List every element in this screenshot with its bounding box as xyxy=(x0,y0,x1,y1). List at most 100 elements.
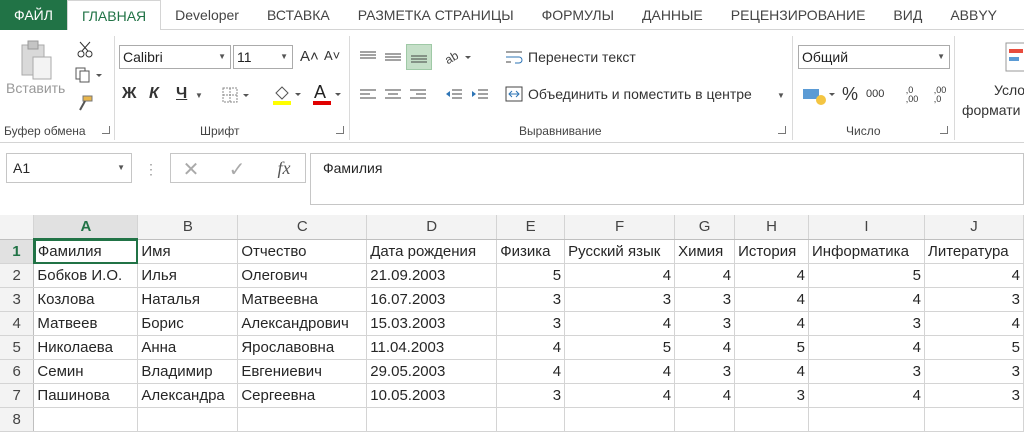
paste-button[interactable] xyxy=(18,38,54,82)
column-header[interactable]: I xyxy=(808,215,925,240)
cell[interactable]: 5 xyxy=(564,335,676,360)
cell[interactable] xyxy=(674,407,736,432)
cell[interactable] xyxy=(237,407,368,432)
column-header[interactable]: A xyxy=(33,215,139,240)
cell[interactable]: 3 xyxy=(674,359,736,384)
cell[interactable] xyxy=(496,407,566,432)
cell[interactable]: 4 xyxy=(808,383,925,408)
tab-data[interactable]: ДАННЫЕ xyxy=(628,0,717,30)
fill-color-button[interactable] xyxy=(270,82,306,108)
row-header[interactable]: 4 xyxy=(0,311,35,336)
cell[interactable]: Матвеевна xyxy=(237,287,368,312)
cell[interactable] xyxy=(564,407,676,432)
shrink-font-button[interactable]: A˅ xyxy=(324,48,340,63)
cell[interactable]: 4 xyxy=(564,359,676,384)
italic-button[interactable]: К xyxy=(149,85,159,103)
column-header[interactable]: F xyxy=(564,215,676,240)
increase-indent-button[interactable] xyxy=(468,84,492,106)
wrap-text-button[interactable]: Перенести текст xyxy=(528,49,636,65)
column-header[interactable]: E xyxy=(496,215,566,240)
cell[interactable]: 4 xyxy=(674,335,736,360)
cell[interactable]: 3 xyxy=(564,287,676,312)
orientation-button[interactable]: ab xyxy=(442,46,478,68)
cell[interactable]: 5 xyxy=(734,335,810,360)
check-icon[interactable]: ✓ xyxy=(225,158,249,181)
cell[interactable]: 3 xyxy=(496,287,566,312)
cell[interactable]: 4 xyxy=(564,383,676,408)
alignment-launcher-icon[interactable] xyxy=(778,126,786,134)
chevron-down-icon[interactable]: ▼ xyxy=(194,88,204,102)
cell[interactable] xyxy=(137,407,239,432)
row-header[interactable]: 3 xyxy=(0,287,35,312)
cell[interactable]: Пашинова xyxy=(33,383,139,408)
cell[interactable]: 4 xyxy=(808,335,925,360)
name-box[interactable]: A1 ▼ xyxy=(6,153,132,183)
font-name-combo[interactable]: Calibri ▼ xyxy=(119,45,231,69)
cell[interactable]: Семин xyxy=(33,359,139,384)
cell[interactable]: Евгениевич xyxy=(237,359,368,384)
column-header[interactable]: G xyxy=(674,215,736,240)
align-top-button[interactable] xyxy=(356,46,380,68)
clipboard-launcher-icon[interactable] xyxy=(102,126,110,134)
tab-view[interactable]: ВИД xyxy=(879,0,936,30)
cell[interactable]: 4 xyxy=(734,359,810,384)
font-color-button[interactable]: A xyxy=(310,80,346,108)
cell[interactable]: 4 xyxy=(924,311,1024,336)
cell[interactable]: Бобков И.О. xyxy=(33,263,139,288)
cell[interactable] xyxy=(924,407,1024,432)
cell[interactable]: 4 xyxy=(564,311,676,336)
cell[interactable]: 15.03.2003 xyxy=(366,311,498,336)
cell[interactable]: Борис xyxy=(137,311,239,336)
cell[interactable]: 3 xyxy=(924,287,1024,312)
cell[interactable]: Имя xyxy=(137,239,239,264)
decrease-decimal-button[interactable]: ,00 ,0 xyxy=(928,82,952,108)
number-launcher-icon[interactable] xyxy=(940,126,948,134)
row-header[interactable]: 2 xyxy=(0,263,35,288)
align-middle-button[interactable] xyxy=(381,46,405,68)
tab-insert[interactable]: ВСТАВКА xyxy=(253,0,344,30)
column-header[interactable]: H xyxy=(734,215,810,240)
accounting-format-button[interactable] xyxy=(800,82,838,108)
cell[interactable]: 4 xyxy=(734,287,810,312)
cancel-icon[interactable]: ✕ xyxy=(179,158,203,181)
chevron-down-icon[interactable]: ▼ xyxy=(776,88,786,102)
cell[interactable]: 3 xyxy=(496,311,566,336)
cell[interactable]: Химия xyxy=(674,239,736,264)
align-left-button[interactable] xyxy=(356,84,380,106)
cell[interactable]: 10.05.2003 xyxy=(366,383,498,408)
cell[interactable]: 4 xyxy=(496,359,566,384)
cell[interactable]: Отчество xyxy=(237,239,368,264)
cell[interactable]: 4 xyxy=(496,335,566,360)
cell[interactable]: Русский язык xyxy=(564,239,676,264)
cell[interactable]: 3 xyxy=(924,359,1024,384)
bold-button[interactable]: Ж xyxy=(122,85,136,103)
row-header[interactable]: 7 xyxy=(0,383,35,408)
cell[interactable]: История xyxy=(734,239,810,264)
column-header[interactable]: D xyxy=(366,215,498,240)
cell[interactable]: Физика xyxy=(496,239,566,264)
conditional-format-label-1[interactable]: Усло xyxy=(994,82,1024,98)
merge-center-button[interactable]: Объединить и поместить в центре xyxy=(528,86,752,102)
cell[interactable]: 5 xyxy=(924,335,1024,360)
cell[interactable]: Дата рождения xyxy=(366,239,498,264)
cell[interactable]: Анна xyxy=(137,335,239,360)
row-header[interactable]: 5 xyxy=(0,335,35,360)
grow-font-button[interactable]: A˄ xyxy=(300,48,319,65)
cell[interactable]: 3 xyxy=(808,359,925,384)
cell[interactable]: 4 xyxy=(924,263,1024,288)
conditional-format-label-2[interactable]: формати xyxy=(962,102,1020,118)
align-bottom-button[interactable] xyxy=(406,44,432,70)
cell[interactable]: 5 xyxy=(496,263,566,288)
cell[interactable] xyxy=(366,407,498,432)
cell[interactable]: 4 xyxy=(674,263,736,288)
cell[interactable]: Информатика xyxy=(808,239,925,264)
conditional-format-icon[interactable] xyxy=(1004,40,1024,74)
tab-home[interactable]: ГЛАВНАЯ xyxy=(66,0,162,31)
number-format-combo[interactable]: Общий ▼ xyxy=(798,45,950,69)
cell[interactable]: Литература xyxy=(924,239,1024,264)
tab-formulas[interactable]: ФОРМУЛЫ xyxy=(528,0,628,30)
cell[interactable]: Илья xyxy=(137,263,239,288)
cell[interactable]: 16.07.2003 xyxy=(366,287,498,312)
cell[interactable]: Козлова xyxy=(33,287,139,312)
cell[interactable]: 3 xyxy=(808,311,925,336)
